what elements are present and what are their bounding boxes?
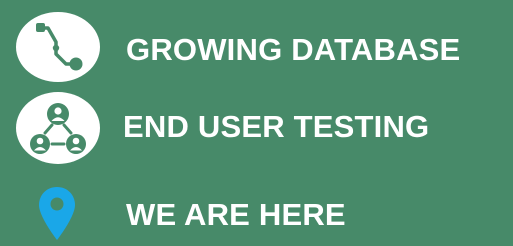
item-label: END USER TESTING <box>123 109 430 144</box>
item-label: WE ARE HERE <box>126 197 346 232</box>
path-nodes-icon <box>16 12 100 82</box>
location-pin-icon <box>38 186 76 242</box>
item-label: GROWING DATABASE <box>126 32 461 67</box>
user-network-icon <box>16 92 100 164</box>
feature-list-panel: GROWING DATABASE END USER TESTING WE ARE… <box>0 0 513 246</box>
